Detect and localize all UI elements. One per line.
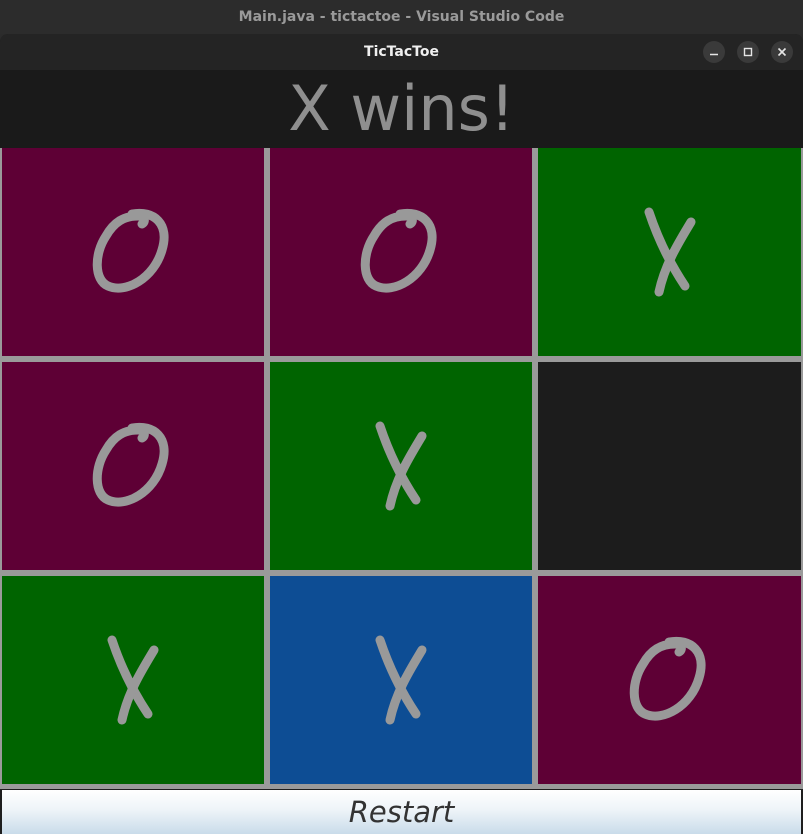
tictactoe-window: TicTacToe X wins! Restart [0, 34, 803, 834]
game-status: X wins! [288, 72, 515, 145]
window-controls [703, 41, 793, 63]
board-cell-0-1[interactable] [270, 148, 532, 356]
x-mark-icon [644, 207, 695, 297]
restart-button[interactable]: Restart [2, 790, 801, 834]
window-title: TicTacToe [364, 44, 439, 60]
board-cell-1-2[interactable] [538, 362, 801, 570]
os-title-bar: Main.java - tictactoe - Visual Studio Co… [0, 0, 803, 34]
close-icon [777, 47, 787, 57]
o-mark-icon [629, 636, 705, 721]
maximize-button[interactable] [737, 41, 759, 63]
os-title: Main.java - tictactoe - Visual Studio Co… [238, 9, 565, 25]
x-mark-icon [107, 635, 159, 725]
board-cell-0-0[interactable] [2, 148, 264, 356]
window-title-bar[interactable]: TicTacToe [0, 34, 803, 70]
status-area: X wins! [0, 70, 803, 148]
o-mark-icon [92, 208, 169, 293]
x-mark-icon [375, 635, 427, 725]
board-cell-1-0[interactable] [2, 362, 264, 570]
minimize-icon [710, 53, 718, 56]
o-mark-icon [360, 208, 437, 293]
maximize-icon [743, 47, 753, 57]
restart-label: Restart [348, 795, 455, 829]
close-button[interactable] [771, 41, 793, 63]
board-cell-2-1[interactable] [270, 576, 532, 784]
board-cell-2-0[interactable] [2, 576, 264, 784]
board-cell-0-2[interactable] [538, 148, 801, 356]
o-mark-icon [92, 422, 169, 507]
board-cell-1-1[interactable] [270, 362, 532, 570]
x-mark-icon [375, 421, 427, 511]
game-board [0, 148, 803, 789]
minimize-button[interactable] [703, 41, 725, 63]
board-cell-2-2[interactable] [538, 576, 801, 784]
